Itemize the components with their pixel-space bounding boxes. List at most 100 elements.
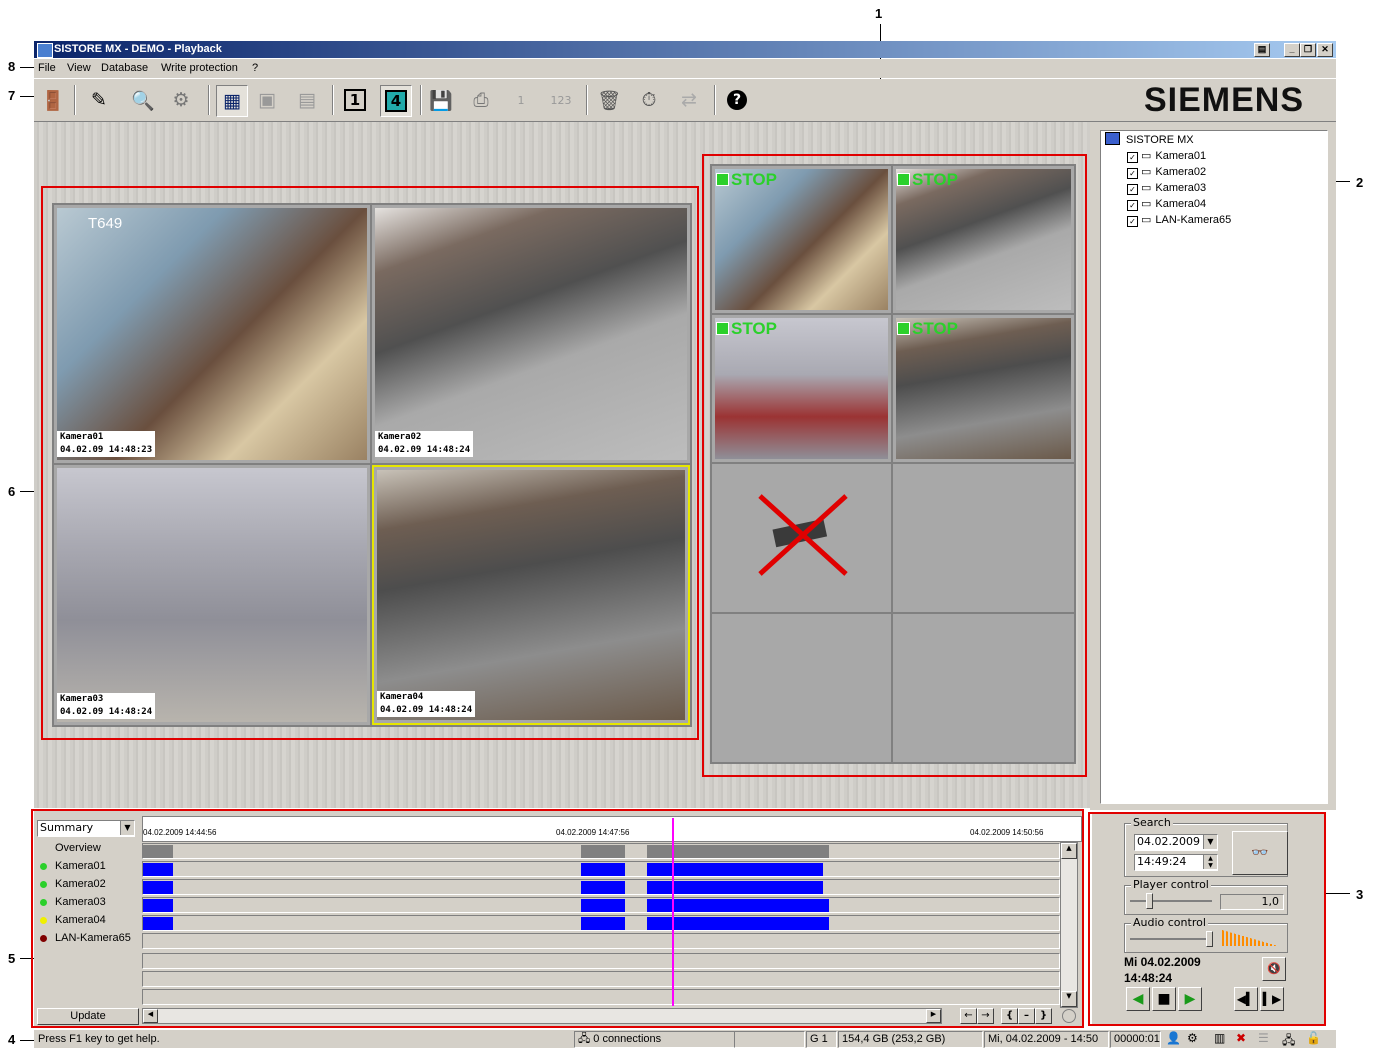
speed-slider-track[interactable]	[1130, 900, 1212, 902]
user-settings-icon[interactable]: ⚙	[1187, 1031, 1198, 1045]
export-icon[interactable]: ✎	[84, 85, 114, 115]
sysmenu-icon[interactable]: ▤	[1254, 43, 1270, 57]
play-forward-button[interactable]: ▶	[1178, 987, 1202, 1011]
thumbnail-cell-empty[interactable]	[712, 614, 891, 762]
no-camera-icon	[758, 494, 848, 576]
search-icon[interactable]: 🔍	[128, 85, 158, 115]
scroll-left-icon[interactable]: ◀	[143, 1009, 158, 1023]
time-spinner-icon[interactable]: ▲ ▼	[1203, 855, 1217, 869]
checkbox[interactable]: ✓	[1127, 184, 1138, 195]
menu-database[interactable]: Database	[101, 62, 148, 74]
exit-icon[interactable]: 🚪	[38, 85, 68, 115]
update-button[interactable]: Update	[37, 1008, 139, 1025]
thumbnail-cell-empty[interactable]	[893, 614, 1074, 762]
clip-1-icon[interactable]: 1	[506, 85, 536, 115]
clip-123-icon[interactable]: 123	[546, 85, 576, 115]
vertical-scrollbar[interactable]: ▲ ▼	[1060, 842, 1078, 1008]
print-icon[interactable]: ⎙	[466, 85, 496, 115]
play-backward-button[interactable]: ◀	[1126, 987, 1150, 1011]
tree-root[interactable]: SISTORE MX	[1105, 132, 1194, 148]
overview-track[interactable]	[142, 843, 1060, 859]
camera-track[interactable]	[142, 933, 1060, 949]
playhead-cursor[interactable]	[672, 818, 674, 1006]
camera-track[interactable]	[142, 861, 1060, 877]
menu-view[interactable]: View	[67, 62, 91, 74]
network-status-icon[interactable]: 🖧	[1282, 1031, 1295, 1052]
restore-button[interactable]: ❐	[1300, 43, 1316, 57]
thumbnail-cell[interactable]: STOP	[712, 315, 891, 462]
status-counter: 00000:01	[1110, 1031, 1161, 1048]
tree-item[interactable]: ✓ ▭ Kamera04	[1127, 196, 1206, 212]
checkbox[interactable]: ✓	[1127, 168, 1138, 179]
save-icon[interactable]: 💾	[426, 85, 456, 115]
list-icon[interactable]: ☰	[1258, 1031, 1269, 1045]
user-icon[interactable]: 👤	[1166, 1031, 1181, 1045]
camera-view[interactable]: T649 Kamera01 04.02.09 14:48:23	[54, 205, 370, 463]
grid-view-icon[interactable]: ▦	[216, 85, 248, 117]
unlock-icon[interactable]: 🔓	[1306, 1031, 1321, 1045]
camera-track[interactable]	[142, 879, 1060, 895]
tree-item[interactable]: ✓ ▭ LAN-Kamera65	[1127, 212, 1231, 228]
menu-help[interactable]: ?	[252, 62, 258, 74]
scroll-down-icon[interactable]: ▼	[1061, 991, 1077, 1007]
delete-icon[interactable]: 🗑	[594, 85, 624, 115]
camera-view[interactable]: Kamera03 04.02.09 14:48:24	[54, 465, 370, 725]
player-control-title: Player control	[1131, 878, 1211, 891]
tree-item[interactable]: ✓ ▭ Kamera01	[1127, 148, 1206, 164]
camera-track[interactable]	[142, 897, 1060, 913]
layout-1-button[interactable]: 1	[340, 85, 370, 115]
transfer-icon[interactable]: ⇄	[674, 85, 704, 115]
columns-icon[interactable]: ▥	[1214, 1031, 1225, 1045]
mute-button[interactable]: 🔇	[1262, 957, 1286, 981]
mark-range-button[interactable]: –	[1018, 1008, 1035, 1024]
minimize-button[interactable]: _	[1284, 43, 1300, 57]
time-input[interactable]: 14:49:24 ▲ ▼	[1134, 854, 1218, 871]
thumbnail-cell[interactable]: STOP	[893, 315, 1074, 462]
close-button[interactable]: ✕	[1317, 43, 1333, 57]
chevron-down-icon[interactable]: ▼	[1203, 835, 1217, 849]
image-view-icon[interactable]: ▣	[252, 85, 282, 115]
checkbox[interactable]: ✓	[1127, 152, 1138, 163]
thumbnail-cell-empty[interactable]	[893, 464, 1074, 612]
speed-slider-thumb[interactable]	[1146, 893, 1153, 909]
scroll-right-icon[interactable]: ▶	[926, 1009, 941, 1023]
layout-4-button[interactable]: 4	[380, 85, 412, 117]
date-input[interactable]: 04.02.2009 ▼	[1134, 834, 1218, 851]
nav-next-button[interactable]: →	[977, 1008, 994, 1024]
help-icon[interactable]: ?	[722, 85, 752, 115]
search-glasses-button[interactable]: 👓	[1232, 831, 1288, 875]
checkbox[interactable]: ✓	[1127, 200, 1138, 211]
alarm-off-icon[interactable]: ✖	[1236, 1031, 1246, 1045]
settings-icon[interactable]: ⚙	[166, 85, 196, 115]
view-select-value: Summary	[40, 821, 94, 834]
nav-prev-button[interactable]: ←	[960, 1008, 977, 1024]
tree-item[interactable]: ✓ ▭ Kamera03	[1127, 180, 1206, 196]
mark-start-button[interactable]: {	[1001, 1008, 1018, 1024]
camera-view[interactable]: Kamera02 04.02.09 14:48:24	[372, 205, 690, 463]
camera-view-selected[interactable]: Kamera04 04.02.09 14:48:24	[372, 465, 690, 725]
horizontal-scrollbar[interactable]: ◀ ▶	[142, 1008, 942, 1024]
menu-write-protection[interactable]: Write protection	[161, 62, 238, 74]
volume-slider-thumb[interactable]	[1206, 931, 1213, 947]
stop-button[interactable]: ■	[1152, 987, 1176, 1011]
scroll-up-icon[interactable]: ▲	[1061, 843, 1077, 859]
window-title: SISTORE MX - DEMO - Playback	[54, 43, 222, 55]
checkbox[interactable]: ✓	[1127, 216, 1138, 227]
step-back-button[interactable]: ◀▍	[1234, 987, 1258, 1011]
thumbnail-cell[interactable]: STOP	[712, 166, 891, 313]
view-select[interactable]: Summary ▼	[37, 820, 135, 837]
timeline-camera-label: Kamera04	[55, 914, 106, 926]
sequence-view-icon[interactable]: ▤	[292, 85, 322, 115]
camera-track[interactable]	[142, 915, 1060, 931]
date-value: 04.02.2009	[1137, 835, 1200, 848]
thumbnail-cell[interactable]: STOP	[893, 166, 1074, 313]
menu-file[interactable]: File	[38, 62, 56, 74]
timer-icon[interactable]: ⏱	[634, 85, 664, 115]
step-forward-button[interactable]: ▍▶	[1260, 987, 1284, 1011]
chevron-down-icon[interactable]: ▼	[120, 821, 134, 835]
zoom-icon[interactable]	[1062, 1009, 1076, 1023]
mark-end-button[interactable]: }	[1035, 1008, 1052, 1024]
tree-item[interactable]: ✓ ▭ Kamera02	[1127, 164, 1206, 180]
volume-slider-track[interactable]	[1130, 938, 1212, 940]
thumbnail-cell-no-signal[interactable]	[712, 464, 891, 612]
